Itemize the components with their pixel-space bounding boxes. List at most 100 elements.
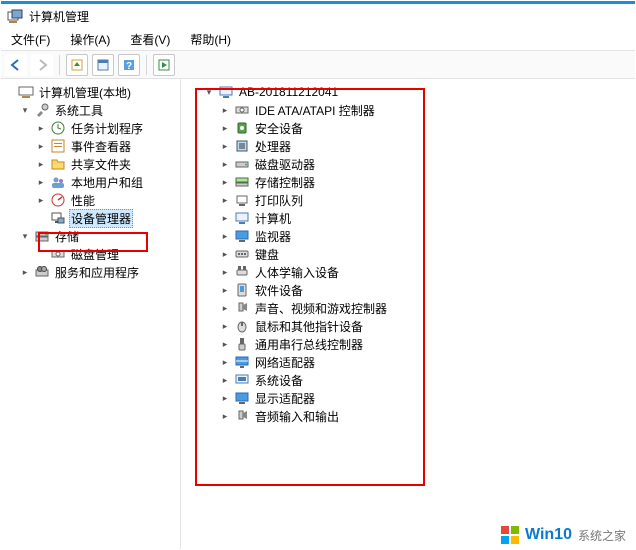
device-category[interactable]: ▸打印队列 — [219, 191, 631, 209]
twisty-collapsed-icon[interactable]: ▸ — [219, 356, 231, 368]
refresh-button[interactable] — [153, 54, 175, 76]
tree-label: 服务和应用程序 — [53, 264, 141, 281]
system-device-icon — [234, 372, 250, 388]
print-queue-icon — [234, 192, 250, 208]
device-category[interactable]: ▸ 磁盘驱动器 — [219, 155, 631, 173]
twisty-collapsed-icon[interactable]: ▸ — [219, 176, 231, 188]
computer-category-icon — [234, 210, 250, 226]
device-category[interactable]: ▸声音、视频和游戏控制器 — [219, 299, 631, 317]
twisty-collapsed-icon[interactable]: ▸ — [219, 374, 231, 386]
tree-label: 磁盘驱动器 — [253, 156, 317, 173]
security-device-icon — [234, 120, 250, 136]
tree-root-computer-management[interactable]: ▸ 计算机管理(本地) — [3, 83, 178, 101]
twisty-collapsed-icon[interactable]: ▸ — [219, 140, 231, 152]
up-button[interactable] — [66, 54, 88, 76]
tree-label: 软件设备 — [253, 282, 305, 299]
tree-label: 显示适配器 — [253, 390, 317, 407]
tree-label: 共享文件夹 — [69, 156, 133, 173]
tree-performance[interactable]: ▸ 性能 — [35, 191, 178, 209]
device-category[interactable]: ▸安全设备 — [219, 119, 631, 137]
twisty-collapsed-icon[interactable]: ▸ — [35, 140, 47, 152]
device-category[interactable]: ▸存储控制器 — [219, 173, 631, 191]
twisty-expanded-icon[interactable]: ▾ — [19, 104, 31, 116]
tree-label: 磁盘管理 — [69, 246, 121, 263]
menu-action[interactable]: 操作(A) — [66, 29, 114, 50]
twisty-collapsed-icon[interactable]: ▸ — [219, 320, 231, 332]
tree-task-scheduler[interactable]: ▸ 任务计划程序 — [35, 119, 178, 137]
services-icon — [34, 264, 50, 280]
device-category[interactable]: ▸处理器 — [219, 137, 631, 155]
tree-label: 本地用户和组 — [69, 174, 145, 191]
tree-label: IDE ATA/ATAPI 控制器 — [253, 102, 377, 119]
help-button[interactable]: ? — [118, 54, 140, 76]
twisty-expanded-icon[interactable]: ▾ — [19, 230, 31, 242]
tree-label: 鼠标和其他指针设备 — [253, 318, 365, 335]
tree-label: 监视器 — [253, 228, 293, 245]
tree-label: 系统设备 — [253, 372, 305, 389]
device-category[interactable]: ▸键盘 — [219, 245, 631, 263]
tree-device-manager[interactable]: ▸ 设备管理器 — [35, 209, 178, 227]
twisty-collapsed-icon[interactable]: ▸ — [219, 122, 231, 134]
device-category[interactable]: ▸ 计算机 — [219, 209, 631, 227]
twisty-collapsed-icon[interactable]: ▸ — [219, 158, 231, 170]
back-button[interactable] — [5, 54, 27, 76]
device-category[interactable]: ▸音频输入和输出 — [219, 407, 631, 425]
tree-local-users[interactable]: ▸ 本地用户和组 — [35, 173, 178, 191]
tree-label: 任务计划程序 — [69, 120, 145, 137]
tree-label: 计算机管理(本地) — [37, 84, 133, 101]
twisty-collapsed-icon[interactable]: ▸ — [219, 104, 231, 116]
tree-label: 存储 — [53, 228, 81, 245]
device-category[interactable]: ▸ 软件设备 — [219, 281, 631, 299]
body: ▸ 计算机管理(本地) ▾ — [1, 79, 635, 549]
forward-button[interactable] — [31, 54, 53, 76]
twisty-collapsed-icon[interactable]: ▸ — [219, 338, 231, 350]
twisty-collapsed-icon[interactable]: ▸ — [219, 230, 231, 242]
device-category[interactable]: ▸通用串行总线控制器 — [219, 335, 631, 353]
twisty-collapsed-icon[interactable]: ▸ — [219, 212, 231, 224]
toolbar: ? — [1, 51, 635, 79]
tree-system-tools[interactable]: ▾ 系统工具 — [19, 101, 178, 119]
software-device-icon — [234, 282, 250, 298]
device-category[interactable]: ▸网络适配器 — [219, 353, 631, 371]
device-root-computer[interactable]: ▾ AB-201811212041 — [203, 83, 631, 101]
device-category[interactable]: ▸ 显示适配器 — [219, 389, 631, 407]
tree-storage[interactable]: ▾ 存储 — [19, 227, 178, 245]
device-category[interactable]: ▸ 监视器 — [219, 227, 631, 245]
device-category[interactable]: ▸ IDE ATA/ATAPI 控制器 — [219, 101, 631, 119]
twisty-collapsed-icon[interactable]: ▸ — [219, 194, 231, 206]
twisty-collapsed-icon[interactable]: ▸ — [219, 392, 231, 404]
clock-icon — [50, 120, 66, 136]
twisty-collapsed-icon[interactable]: ▸ — [35, 176, 47, 188]
device-category[interactable]: ▸人体学输入设备 — [219, 263, 631, 281]
twisty-collapsed-icon[interactable]: ▸ — [219, 302, 231, 314]
twisty-collapsed-icon[interactable]: ▸ — [35, 122, 47, 134]
menu-file[interactable]: 文件(F) — [7, 29, 54, 50]
device-tree: ▾ AB-201811212041 ▸ IDE ATA/ATAPI 控制器▸安全设… — [185, 83, 631, 425]
twisty-collapsed-icon[interactable]: ▸ — [19, 266, 31, 278]
disk-icon — [50, 246, 66, 262]
twisty-collapsed-icon[interactable]: ▸ — [219, 248, 231, 260]
device-category[interactable]: ▸ 系统设备 — [219, 371, 631, 389]
device-category[interactable]: ▸ 鼠标和其他指针设备 — [219, 317, 631, 335]
twisty-expanded-icon[interactable]: ▾ — [203, 86, 215, 98]
tree-label: 系统工具 — [53, 102, 105, 119]
tree-disk-management[interactable]: ▸ 磁盘管理 — [35, 245, 178, 263]
left-pane: ▸ 计算机管理(本地) ▾ — [1, 79, 181, 549]
tree-label: 计算机 — [253, 210, 293, 227]
svg-text:?: ? — [126, 61, 132, 72]
users-icon — [50, 174, 66, 190]
tree-services-apps[interactable]: ▸ 服务和应用程序 — [19, 263, 178, 281]
twisty-collapsed-icon[interactable]: ▸ — [219, 284, 231, 296]
processor-icon — [234, 138, 250, 154]
properties-button[interactable] — [92, 54, 114, 76]
menu-help[interactable]: 帮助(H) — [186, 29, 235, 50]
twisty-collapsed-icon[interactable]: ▸ — [35, 194, 47, 206]
twisty-collapsed-icon[interactable]: ▸ — [219, 410, 231, 422]
twisty-collapsed-icon[interactable]: ▸ — [219, 266, 231, 278]
twisty-collapsed-icon[interactable]: ▸ — [35, 158, 47, 170]
mmc-icon — [18, 84, 34, 100]
disk-drive-icon — [234, 156, 250, 172]
tree-event-viewer[interactable]: ▸ 事件查看器 — [35, 137, 178, 155]
menu-view[interactable]: 查看(V) — [126, 29, 174, 50]
tree-shared-folders[interactable]: ▸ 共享文件夹 — [35, 155, 178, 173]
